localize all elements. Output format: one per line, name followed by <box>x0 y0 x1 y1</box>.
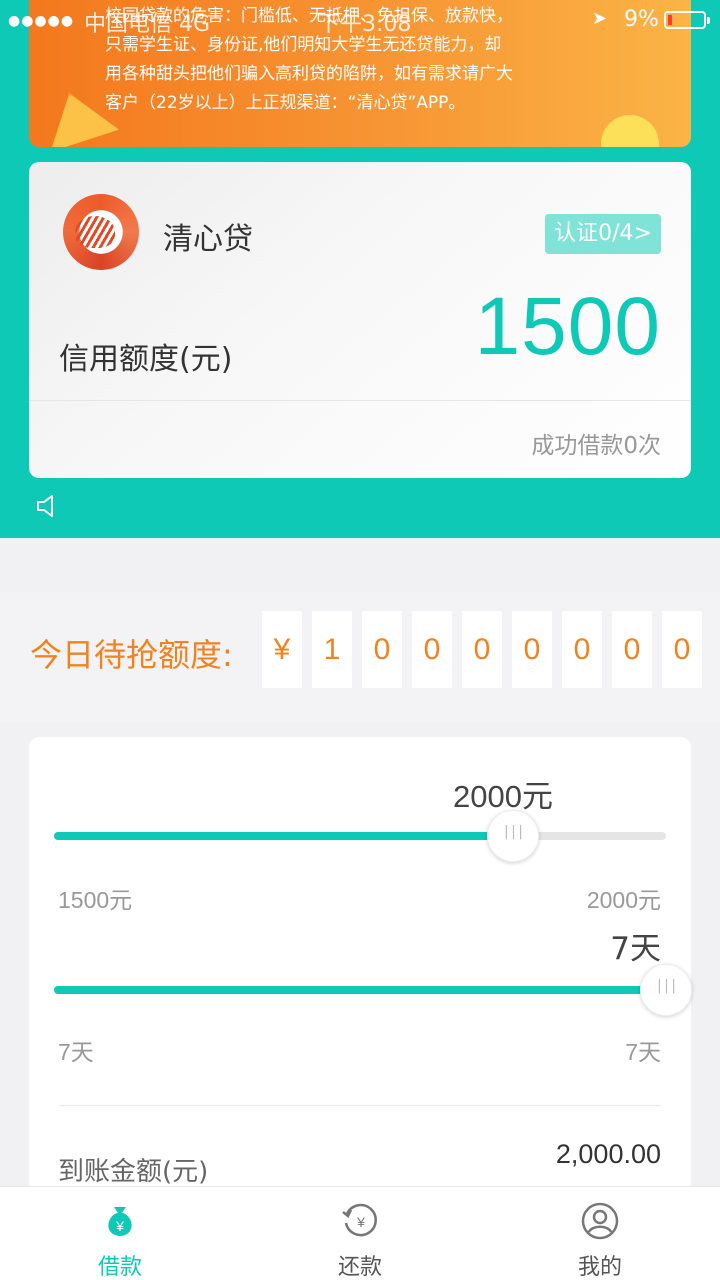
days-min-label: 7天 <box>58 1039 94 1065</box>
rush-digit: 0 <box>462 611 502 688</box>
rush-digit: 0 <box>612 611 652 688</box>
app-name: 清心贷 <box>163 222 253 257</box>
status-bar: ●●●●● 中国电信 4G 下午3:08 ➤ 9% <box>0 0 720 40</box>
banner-circle-decoration <box>601 115 659 147</box>
card-divider <box>58 1105 662 1106</box>
amount-min-label: 1500元 <box>58 887 133 913</box>
svg-text:¥: ¥ <box>115 1218 124 1234</box>
arrival-amount-label: 到账金额(元) <box>58 1157 209 1187</box>
app-logo <box>63 194 139 270</box>
arrival-amount-value: 2,000.00 <box>555 1139 661 1169</box>
today-rush-amount: 今日待抢额度: ¥ 1 0 0 0 0 0 0 0 <box>0 592 720 722</box>
rush-title: 今日待抢额度: <box>30 636 233 674</box>
days-value: 7天 <box>610 931 661 967</box>
rush-digit: 0 <box>662 611 702 688</box>
location-arrow-icon: ➤ <box>592 8 608 29</box>
rush-digit: 0 <box>512 611 552 688</box>
tab-repay[interactable]: ¥ 还款 <box>240 1187 480 1280</box>
tab-label: 还款 <box>337 1255 382 1280</box>
credit-limit-label: 信用额度(元) <box>59 342 233 377</box>
status-time: 下午3:08 <box>318 12 412 37</box>
days-slider-fill <box>54 986 666 994</box>
tab-label: 借款 <box>97 1255 142 1280</box>
amount-slider-thumb[interactable] <box>487 810 539 862</box>
speaker-notice-icon[interactable] <box>36 494 58 518</box>
rush-digit: 0 <box>412 611 452 688</box>
banner-line: 用各种甜头把他们骗入高利贷的陷阱，如有需求请广大 <box>105 64 513 84</box>
signal-strength-icon: ●●●●● <box>8 13 75 29</box>
success-loan-count: 成功借款0次 <box>531 433 661 459</box>
days-max-label: 7天 <box>625 1039 661 1065</box>
user-icon <box>581 1202 619 1240</box>
card-divider <box>29 400 691 401</box>
tab-label: 我的 <box>577 1255 622 1280</box>
days-slider-thumb[interactable] <box>640 964 692 1016</box>
amount-max-label: 2000元 <box>586 887 661 913</box>
rush-digit: 1 <box>312 611 352 688</box>
tab-borrow[interactable]: ¥ 借款 <box>0 1187 240 1280</box>
credit-card[interactable]: 清心贷 认证0/4> 信用额度(元) 1500 成功借款0次 <box>29 162 691 478</box>
credit-limit-amount: 1500 <box>474 281 661 372</box>
money-bag-icon: ¥ <box>108 1207 132 1236</box>
rush-digit: 0 <box>562 611 602 688</box>
amount-value: 2000元 <box>453 779 553 814</box>
auth-status-button[interactable]: 认证0/4> <box>545 214 661 254</box>
rush-digit: 0 <box>362 611 402 688</box>
rush-digit: ¥ <box>262 611 302 688</box>
amount-slider-fill <box>54 832 513 840</box>
repay-icon: ¥ <box>342 1203 377 1237</box>
battery-percent: 9% <box>624 7 659 32</box>
tab-mine[interactable]: 我的 <box>480 1187 720 1280</box>
loan-config-card: 2000元 1500元 2000元 7天 7天 7天 到账金额(元) 2,000… <box>29 737 692 1257</box>
battery-icon <box>664 11 710 29</box>
carrier-name: 中国电信 4G <box>84 12 211 37</box>
banner-line: 客户（22岁以上）上正规渠道：“清心贷”APP。 <box>105 93 466 113</box>
svg-text:¥: ¥ <box>356 1214 365 1230</box>
bottom-tab-bar: ¥ 借款 ¥ 还款 我的 <box>0 1186 720 1280</box>
